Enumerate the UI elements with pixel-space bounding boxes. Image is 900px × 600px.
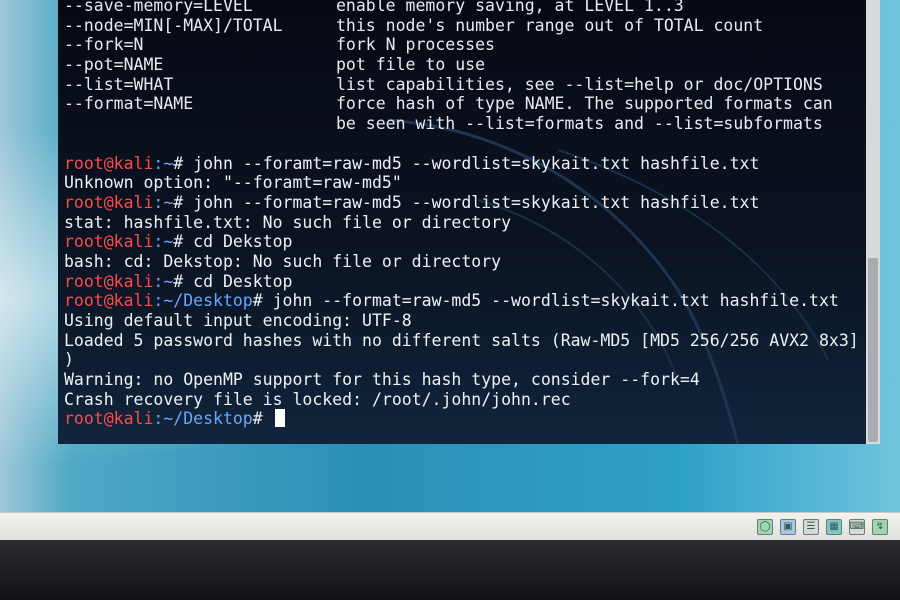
prompt-path: :~ [153, 192, 174, 212]
prompt-sign: # [173, 232, 194, 252]
command-text: john --format=raw-md5 --wordlist=skykait… [193, 192, 760, 212]
keyboard-icon[interactable]: ⌨ [849, 519, 865, 535]
help-line: --node=MIN[-MAX]/TOTAL this node's numbe… [64, 16, 864, 36]
storage-icon[interactable]: ☰ [803, 519, 819, 535]
help-line: --fork=N fork N processes [64, 35, 864, 55]
help-line: --save-memory=LEVEL enable memory saving… [64, 0, 864, 16]
prompt-path: :~ [153, 232, 174, 252]
prompt-sign: # [173, 192, 194, 212]
output-line: stat: hashfile.txt: No such file or dire… [64, 212, 512, 232]
command-text: cd Desktop [193, 271, 293, 291]
network-icon[interactable]: ◯ [757, 519, 773, 535]
command-line: root@kali:~/Desktop# john --format=raw-m… [64, 291, 864, 311]
prompt-path: :~ [153, 271, 174, 291]
command-text: john --foramt=raw-md5 --wordlist=skykait… [193, 153, 760, 173]
output-line: Crash recovery file is locked: /root/.jo… [64, 389, 571, 409]
command-text: john --format=raw-md5 --wordlist=skykait… [272, 291, 839, 311]
text-cursor [274, 409, 285, 428]
vm-status-bar: ◯ ▣ ☰ ▦ ⌨ ↯ [0, 512, 900, 540]
prompt-user: root@kali [64, 153, 154, 173]
help-option: --pot=NAME [64, 55, 164, 75]
help-description: force hash of type NAME. The supported f… [336, 94, 833, 114]
prompt-path: :~/Desktop [153, 409, 253, 429]
prompt-path: :~ [153, 153, 174, 173]
help-description: pot file to use [336, 55, 486, 75]
help-description: enable memory saving, at LEVEL 1..3 [336, 0, 684, 15]
output-line: Unknown option: "--foramt=raw-md5" [64, 173, 402, 193]
help-line: --pot=NAME pot file to use [64, 55, 864, 75]
help-option: --fork=N [64, 35, 144, 55]
help-description: be seen with --list=formats and --list=s… [336, 114, 823, 134]
help-line: --list=WHAT list capabilities, see --lis… [64, 75, 864, 95]
terminal-scrollbar[interactable] [866, 0, 880, 444]
output-line: Using default input encoding: UTF-8 [64, 311, 412, 330]
terminal-window[interactable]: --save-memory=LEVEL enable memory saving… [58, 0, 870, 444]
output-line: ) [64, 350, 74, 370]
help-option: --node=MIN[-MAX]/TOTAL [64, 15, 283, 35]
help-description: this node's number range out of TOTAL co… [336, 15, 764, 35]
output-line: Loaded 5 password hashes with no differe… [64, 330, 859, 350]
terminal-output[interactable]: --save-memory=LEVEL enable memory saving… [64, 0, 864, 429]
command-line: root@kali:~# cd Dekstop [64, 232, 864, 252]
prompt-sign: # [173, 271, 194, 291]
help-option: --list=WHAT [64, 74, 174, 94]
prompt-sign: # [252, 409, 273, 429]
prompt-sign: # [252, 291, 273, 311]
help-line: --format=NAME force hash of type NAME. T… [64, 94, 864, 114]
prompt-user: root@kali [64, 409, 154, 429]
help-option: --save-memory=LEVEL [64, 0, 253, 15]
command-line: root@kali:~# john --foramt=raw-md5 --wor… [64, 154, 864, 174]
help-description: fork N processes [336, 35, 495, 55]
help-option: --format=NAME [64, 94, 194, 114]
prompt-user: root@kali [64, 271, 154, 291]
prompt-user: root@kali [64, 291, 154, 311]
command-line: root@kali:~# john --format=raw-md5 --wor… [64, 193, 864, 213]
scrollbar-thumb[interactable] [868, 258, 878, 442]
monitor-bezel [0, 540, 900, 600]
status-tray: ◯ ▣ ☰ ▦ ⌨ ↯ [757, 519, 888, 535]
prompt-sign: # [173, 153, 194, 173]
help-description: list capabilities, see --list=help or do… [336, 74, 823, 94]
output-line: Warning: no OpenMP support for this hash… [64, 370, 700, 390]
display-icon[interactable]: ▣ [780, 519, 796, 535]
output-line: bash: cd: Dekstop: No such file or direc… [64, 251, 502, 271]
prompt-user: root@kali [64, 192, 154, 212]
command-text: cd Dekstop [193, 232, 293, 252]
prompt-path: :~/Desktop [153, 291, 253, 311]
prompt-user: root@kali [64, 232, 154, 252]
usb-icon[interactable]: ↯ [872, 519, 888, 535]
command-line: root@kali:~# cd Desktop [64, 272, 864, 292]
help-line: be seen with --list=formats and --list=s… [64, 114, 864, 134]
folder-icon[interactable]: ▦ [826, 519, 842, 535]
active-prompt-line[interactable]: root@kali:~/Desktop# [64, 409, 864, 429]
vm-screen: --save-memory=LEVEL enable memory saving… [0, 0, 900, 540]
